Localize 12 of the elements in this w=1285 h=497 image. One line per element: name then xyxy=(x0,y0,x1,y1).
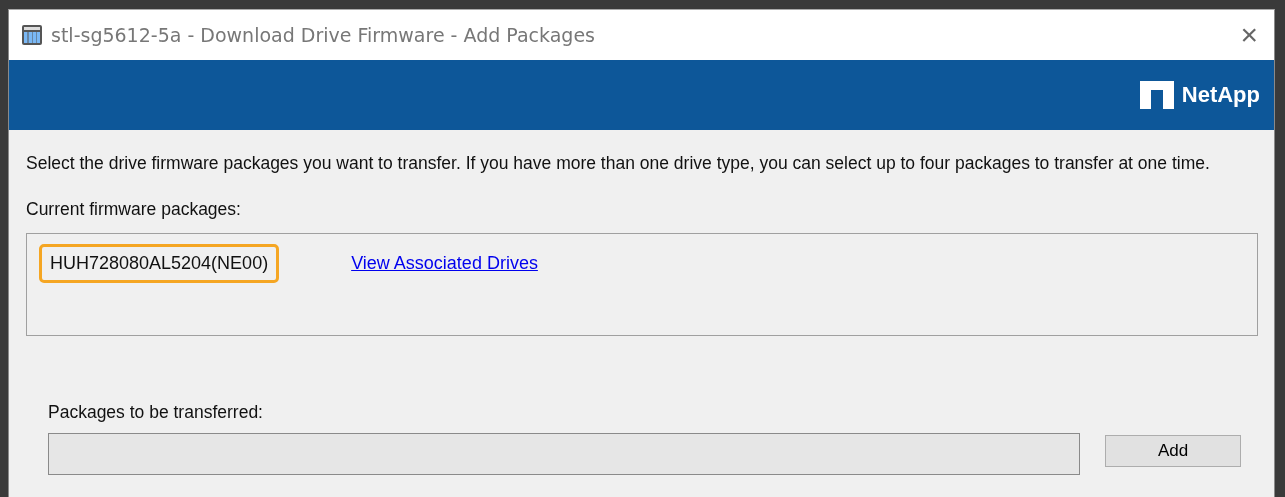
server-icon xyxy=(21,24,43,46)
logo-icon xyxy=(1139,81,1174,109)
instructions-text: Select the drive firmware packages you want to transfer. If you have more than one drive type, you can select up to four packages to transfer at one time. xyxy=(26,152,1211,175)
section-label: Packages to be transferred: xyxy=(48,402,264,423)
brand-name: NetApp xyxy=(1181,82,1260,108)
add-button[interactable]: Add xyxy=(1105,435,1241,467)
package-name: HUH728080AL5204(NE00) xyxy=(39,244,280,283)
close-button[interactable]: × xyxy=(1236,18,1262,52)
window-title: stl-sg5612-5a - Download Drive Firmware - Add Packages xyxy=(51,24,596,46)
view-drives-link[interactable]: View Associated Drives xyxy=(351,253,538,274)
section-label: Current firmware packages: xyxy=(26,199,242,220)
transfer-list[interactable] xyxy=(48,433,1080,475)
